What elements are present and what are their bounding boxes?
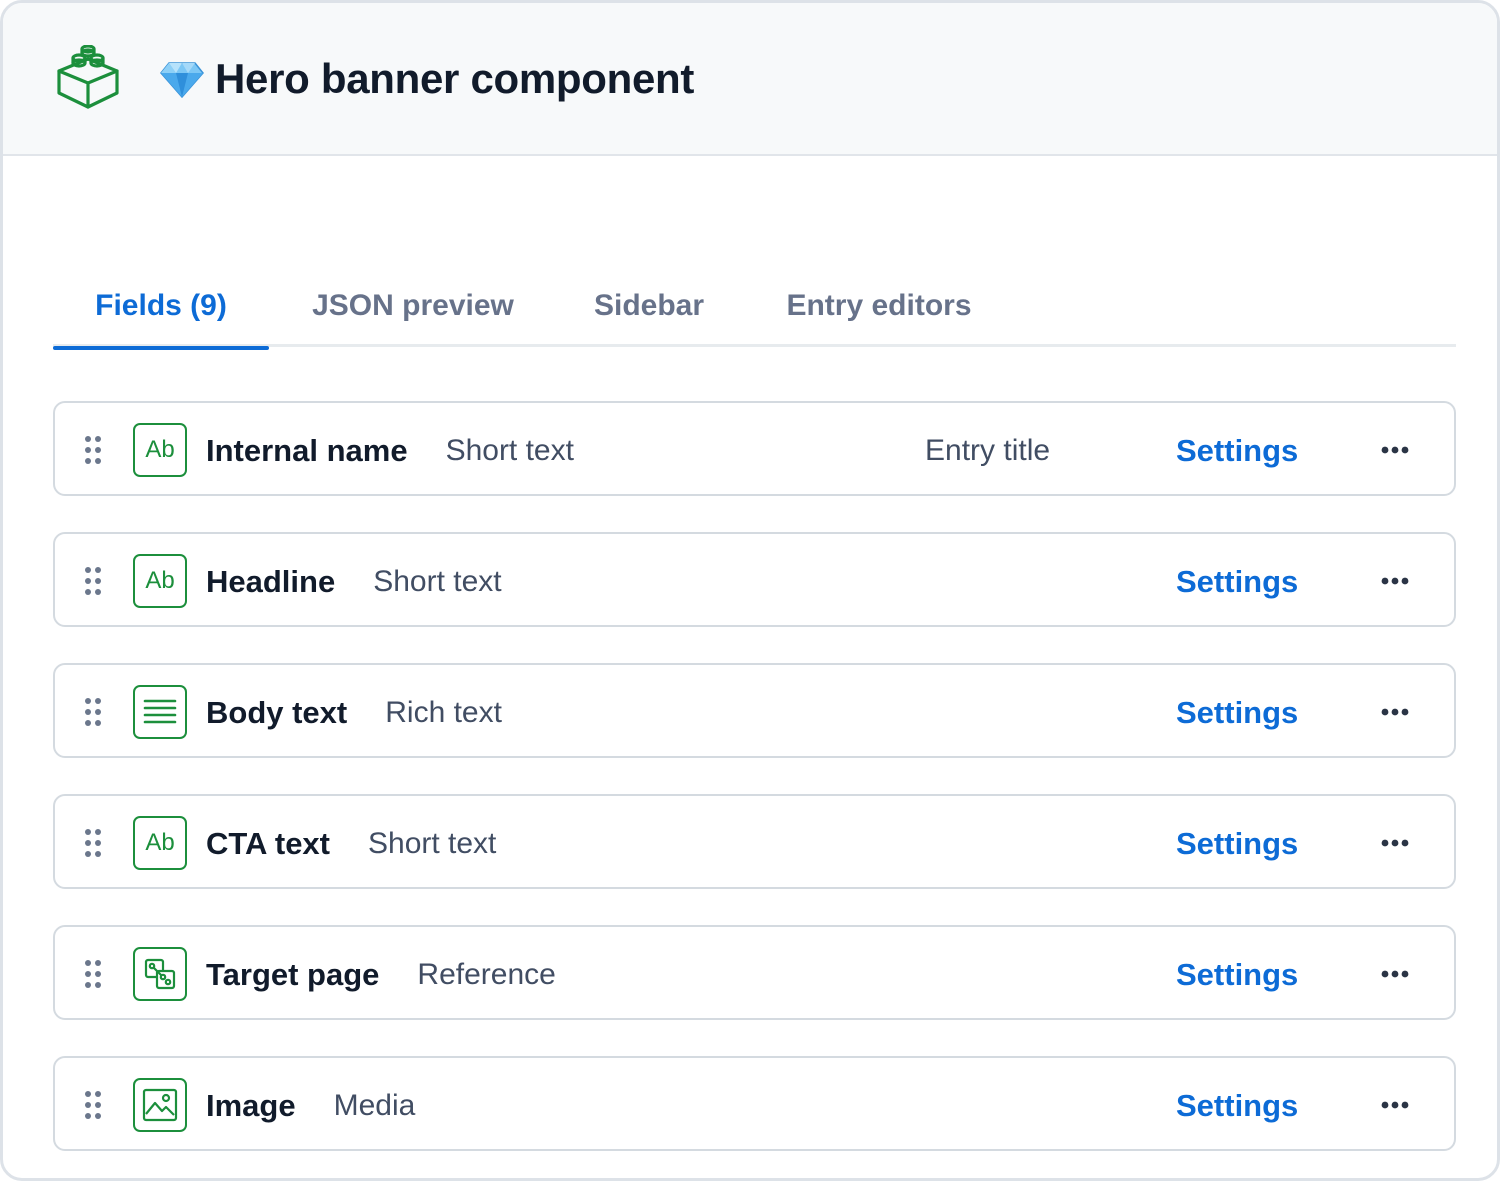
field-type: Short text — [373, 564, 502, 598]
more-options-icon[interactable] — [1375, 959, 1415, 989]
entry-title-badge: Entry title — [925, 433, 1051, 467]
settings-link[interactable]: Settings — [1176, 1058, 1298, 1153]
settings-link[interactable]: Settings — [1176, 403, 1298, 498]
field-type: Rich text — [385, 695, 502, 729]
field-type: Media — [333, 1088, 416, 1122]
title-wrap: Hero banner component — [159, 51, 694, 107]
settings-link[interactable]: Settings — [1176, 927, 1298, 1022]
field-label-group: Image Media — [206, 1058, 415, 1153]
field-row-target-page[interactable]: Target page Reference Settings — [53, 925, 1456, 1020]
gem-icon — [160, 62, 204, 99]
field-type: Short text — [368, 826, 497, 860]
settings-link[interactable]: Settings — [1176, 534, 1298, 629]
field-name: Internal name — [206, 432, 408, 468]
drag-handle-icon[interactable] — [83, 565, 103, 597]
tab-entry-editors[interactable]: Entry editors — [775, 265, 983, 347]
field-label-group: Internal name Short text — [206, 403, 574, 498]
field-label-group: CTA text Short text — [206, 796, 496, 891]
content-type-blocks-icon — [57, 45, 119, 109]
drag-handle-icon[interactable] — [83, 827, 103, 859]
field-name: Image — [206, 1087, 296, 1123]
field-type: Reference — [417, 957, 556, 991]
text-ab-icon: Ab — [133, 816, 187, 870]
rich-text-lines-icon — [133, 685, 187, 739]
field-name: Headline — [206, 563, 336, 599]
field-label-group: Body text Rich text — [206, 665, 502, 760]
more-options-icon[interactable] — [1375, 435, 1415, 465]
more-options-icon[interactable] — [1375, 1090, 1415, 1120]
reference-icon — [133, 947, 187, 1001]
settings-link[interactable]: Settings — [1176, 796, 1298, 891]
tab-sidebar[interactable]: Sidebar — [585, 265, 713, 347]
drag-handle-icon[interactable] — [83, 696, 103, 728]
more-options-icon[interactable] — [1375, 828, 1415, 858]
tab-fields[interactable]: Fields (9) — [53, 265, 269, 350]
more-options-icon[interactable] — [1375, 697, 1415, 727]
more-options-icon[interactable] — [1375, 566, 1415, 596]
field-row-headline[interactable]: Ab Headline Short text Settings — [53, 532, 1456, 627]
content-type-header: Hero banner component — [3, 3, 1497, 156]
field-name: Target page — [206, 956, 380, 992]
text-ab-icon: Ab — [133, 423, 187, 477]
drag-handle-icon[interactable] — [83, 1089, 103, 1121]
field-label-group: Target page Reference — [206, 927, 556, 1022]
settings-link[interactable]: Settings — [1176, 665, 1298, 760]
field-row-body-text[interactable]: Body text Rich text Settings — [53, 663, 1456, 758]
field-label-group: Headline Short text — [206, 534, 502, 629]
tab-bar: Fields (9) JSON preview Sidebar Entry ed… — [53, 265, 1456, 350]
field-row-image[interactable]: Image Media Settings — [53, 1056, 1456, 1151]
text-ab-icon: Ab — [133, 554, 187, 608]
field-row-internal-name[interactable]: Ab Internal name Short text Entry title … — [53, 401, 1456, 496]
drag-handle-icon[interactable] — [83, 434, 103, 466]
media-image-icon — [133, 1078, 187, 1132]
field-name: CTA text — [206, 825, 330, 861]
field-name: Body text — [206, 694, 348, 730]
tab-json-preview[interactable]: JSON preview — [305, 265, 521, 347]
drag-handle-icon[interactable] — [83, 958, 103, 990]
content-type-title: Hero banner component — [215, 55, 695, 102]
field-row-cta-text[interactable]: Ab CTA text Short text Settings — [53, 794, 1456, 889]
content-type-panel: Hero banner component Fields (9) JSON pr… — [0, 0, 1500, 1181]
field-type: Short text — [445, 433, 574, 467]
